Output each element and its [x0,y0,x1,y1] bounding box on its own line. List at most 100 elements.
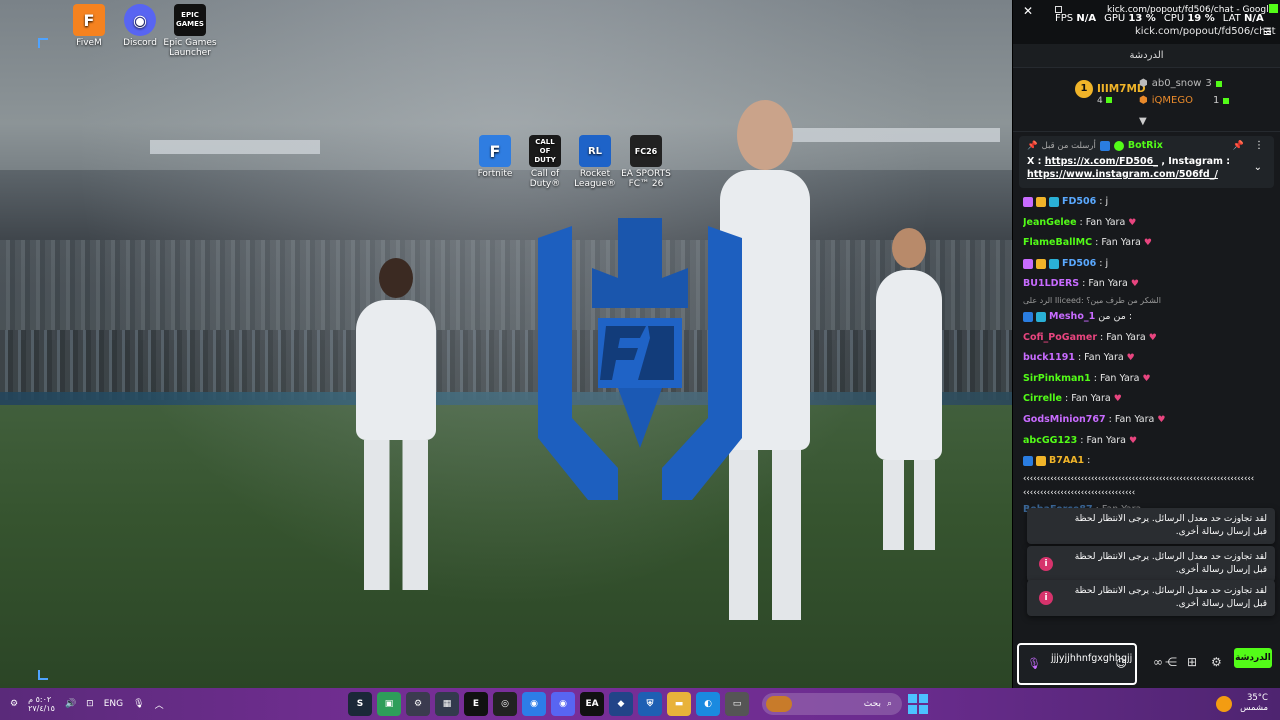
address-bar[interactable]: kick.com/popout/fd506/chat [1135,26,1276,37]
chat-message[interactable]: SirPinkman1: Fan Yara ♥ [1023,369,1270,390]
chevron-down-icon[interactable]: ⌄ [1254,162,1262,173]
rate-limit-toast[interactable]: لقد تجاوزت حد معدل الرسائل. يرجى الانتظا… [1027,508,1275,544]
rate-limit-toast[interactable]: i لقد تجاوزت حد معدل الرسائل. يرجى الانت… [1027,546,1275,582]
chat-message[interactable]: B7AA1: [1023,451,1270,472]
gift-icon [1223,97,1230,104]
verified-icon [1113,140,1124,151]
chat-username[interactable]: Mesho_1 [1049,307,1095,328]
weather-widget[interactable]: 35°C مشمس [1216,693,1268,713]
chat-username[interactable]: FD506 [1062,254,1096,275]
chat-message[interactable]: Cofi_PoGamer: Fan Yara ♥ [1023,328,1270,349]
language-indicator[interactable]: ENG [104,699,123,709]
expand-leaderboard-icon[interactable]: ▼ [1139,116,1147,127]
x-link[interactable]: https://x.com/FD506_ [1045,156,1158,167]
chat-message[interactable]: BU1LDERS: Fan Yara ♥ [1023,274,1270,295]
leaderboard-second[interactable]: ⬢ ab0_snow 3 [1139,78,1222,89]
more-options-icon[interactable]: ⋮ [1254,140,1264,151]
clock[interactable]: ٥:٠٢ م ٢٧/٤/١٥ [28,695,55,713]
chat-message[interactable]: FlameBallMC: Fan Yara ♥ [1023,233,1270,254]
instagram-link[interactable]: https://www.instagram.com/506fd_/ [1027,169,1218,180]
chat-message[interactable]: Mesho_1 من من : [1023,307,1270,328]
chevron-up-icon[interactable]: ︿ [155,698,164,711]
chat-message[interactable]: JeanGelee: Fan Yara ♥ [1023,213,1270,234]
chat-message[interactable]: FD506: j [1023,192,1270,213]
player-figure [356,258,436,590]
microphone-icon[interactable]: 🎙 [1027,657,1041,670]
gift-icon [1215,80,1222,87]
desktop-shortcut-call-of-duty[interactable]: CALL OF DUTY Call of Duty® [517,135,573,189]
emoji-icon[interactable]: ☺ [1116,657,1127,670]
chat-username[interactable]: JeanGelee [1023,213,1077,234]
haze-overlay [0,0,1012,688]
chat-username[interactable]: BU1LDERS [1023,274,1079,295]
volume-icon[interactable]: 🔊 [65,699,76,709]
gift-icon[interactable]: ⊞ [1187,655,1197,669]
chat-username[interactable]: GodsMinion767 [1023,410,1106,431]
chrome-icon[interactable]: ◉ [522,692,546,716]
chat-input[interactable]: 🎙 jjjyjjhhnfgxghhgjj ☺ [1017,643,1137,685]
desktop-shortcut-epic-games[interactable]: EPIC GAMES Epic Games Launcher [162,4,218,58]
chat-message-text: : [1087,455,1091,467]
close-icon[interactable]: ✕ [1023,4,1033,18]
microphone-icon[interactable]: 🎙 [133,699,144,709]
chat-message[interactable]: GodsMinion767: Fan Yara ♥ [1023,410,1270,431]
gear-icon[interactable]: ⚙ [10,699,18,709]
chat-username[interactable]: SirPinkman1 [1023,369,1091,390]
infinity-icon[interactable]: ∞ [1153,655,1163,669]
system-tray: ⚙ ٥:٠٢ م ٢٧/٤/١٥ 🔊 ⊡ ENG 🎙 ︿ [10,688,164,720]
desktop-shortcut-fortnite[interactable]: F Fortnite [467,135,523,179]
app-blue-icon[interactable]: ◆ [609,692,633,716]
shield-icon[interactable]: ⛨ [638,692,662,716]
rate-limit-toast[interactable]: i لقد تجاوزت حد معدل الرسائل. يرجى الانت… [1027,580,1275,616]
desktop-shortcut-discord[interactable]: ◉ Discord [112,4,168,48]
leaderboard-third[interactable]: ⬢ iQMEGO 1 [1139,95,1230,106]
network-icon[interactable]: ⊡ [86,699,94,709]
shortcut-label: Rocket League® [574,169,616,189]
chat-message-text: : Fan Yara [1079,216,1126,228]
ea-icon[interactable]: EA [580,692,604,716]
steam-icon[interactable]: S [348,692,372,716]
leaderboard-first[interactable]: 1 IIIM7MD 4 [1075,80,1146,106]
app-green-icon[interactable]: ▣ [377,692,401,716]
cpu-stat: CPU 19 % [1163,13,1215,24]
epic-games-icon[interactable]: E [464,692,488,716]
chat-username[interactable]: Cofi_PoGamer [1023,328,1097,349]
chat-username[interactable]: abcGG123 [1023,431,1077,452]
settings-icon[interactable]: ☰ [1263,27,1272,38]
app-gray-icon[interactable]: ▭ [725,692,749,716]
store-icon[interactable]: ▦ [435,692,459,716]
desktop-shortcut-rocket-league[interactable]: RL Rocket League® [567,135,623,189]
chat-message[interactable]: abcGG123: Fan Yara ♥ [1023,431,1270,452]
pinned-author[interactable]: BotRix [1128,140,1163,151]
shortcut-label: Call of Duty® [529,169,561,189]
desktop-shortcut-ea-fc[interactable]: FC26 EA SPORTS FC™ 26 [618,135,674,189]
desktop-wallpaper: F FiveM ◉ Discord EPIC GAMES Epic Games … [0,0,1012,688]
chat-message-text: ‹‹‹‹‹‹‹‹‹‹‹‹‹‹‹‹‹‹‹‹‹‹‹‹‹‹‹‹‹‹‹‹‹‹‹‹‹‹‹‹… [1023,473,1255,484]
folder-icon[interactable]: ▬ [667,692,691,716]
chat-message-text: : Fan Yara [1095,237,1141,249]
desktop-shortcut-fivem[interactable]: F FiveM [61,4,117,48]
fd-logo [538,218,742,500]
start-button[interactable] [908,694,928,714]
chat-username[interactable]: FD506 [1062,192,1096,213]
unpin-icon[interactable]: 📌 [1233,141,1244,151]
send-chat-button[interactable]: الدردشة [1234,648,1272,668]
chat-message-text: : j [1099,257,1109,269]
discord-icon[interactable]: ◉ [551,692,575,716]
leader-count: 1 [1212,95,1220,106]
chat-username[interactable]: FlameBallMC [1023,233,1092,254]
settings-icon[interactable]: ⚙ [406,692,430,716]
app-dark-icon[interactable]: ◎ [493,692,517,716]
taskbar-search[interactable]: بحث ⌕ [762,693,902,715]
chat-message[interactable]: buck1191: Fan Yara ♥ [1023,348,1270,369]
chat-message[interactable]: Cirrelle: Fan Yara ♥ [1023,389,1270,410]
gear-icon[interactable]: ⚙ [1211,655,1222,669]
search-placeholder: بحث [863,699,881,709]
chat-message[interactable]: FD506: j [1023,254,1270,275]
share-icon[interactable]: ⋲ [1165,655,1177,669]
edge-icon[interactable]: ◐ [696,692,720,716]
chat-username[interactable]: Cirrelle [1023,389,1062,410]
chat-username[interactable]: B7AA1 [1049,451,1084,472]
reply-preview[interactable]: الرد على Iliceed: الشكر من طرف مين؟ [1023,295,1270,307]
chat-username[interactable]: buck1191 [1023,348,1075,369]
